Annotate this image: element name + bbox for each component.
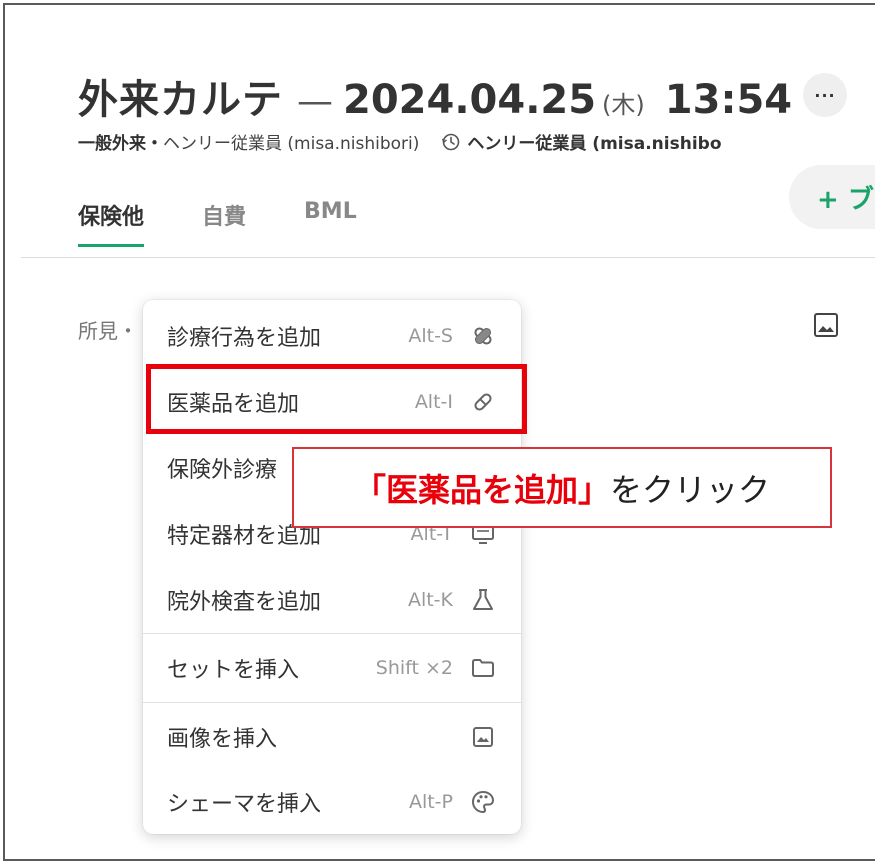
subtitle: 一般外来・ ヘンリー従業員 (misa.nishibori) ヘンリー従業員 (… — [78, 129, 722, 154]
menu-item-shortcut: Shift ×2 — [375, 657, 453, 679]
instruction-callout: 「医薬品を追加」 をクリック — [292, 447, 832, 528]
menu-divider — [143, 633, 521, 634]
folder-icon — [469, 654, 497, 682]
palette-icon — [469, 788, 497, 816]
history-clock-icon — [441, 132, 461, 152]
page-title: 外来カルテ — 2024.04.25 (木) 13:54 — [78, 67, 792, 125]
title-day-of-week: (木) — [602, 91, 645, 119]
menu-item-label: 院外検査を追加 — [167, 590, 322, 615]
flask-icon — [469, 586, 497, 614]
menu-item-label: 画像を挿入 — [167, 727, 278, 752]
highlight-box — [146, 364, 527, 434]
menu-item-shortcut: Alt-S — [408, 325, 453, 347]
menu-item-insert-image[interactable]: 画像を挿入 — [143, 707, 521, 767]
title-text: 外来カルテ — [78, 77, 283, 123]
menu-item-shortcut: Alt-P — [408, 791, 453, 813]
author-label: ヘンリー従業員 (misa.nishibori) — [163, 134, 420, 154]
tab-bar: 保険他 自費 BML — [78, 199, 415, 247]
image-icon[interactable] — [812, 311, 840, 339]
callout-emphasis: 「医薬品を追加」 — [353, 470, 610, 509]
findings-label: 所見・ — [78, 319, 138, 343]
menu-item-insert-set[interactable]: セットを挿入 Shift ×2 — [143, 638, 521, 698]
tab-insurance[interactable]: 保険他 — [78, 199, 145, 247]
menu-item-add-procedure[interactable]: 診療行為を追加 Alt-S — [143, 306, 521, 366]
department-label: 一般外来・ — [78, 134, 163, 154]
callout-text: をクリック — [610, 470, 771, 509]
menu-item-label: シェーマを挿入 — [167, 792, 322, 817]
title-dash: — — [297, 81, 333, 122]
menu-item-add-external-test[interactable]: 院外検査を追加 Alt-K — [143, 570, 521, 630]
tabs-divider — [21, 257, 875, 258]
bandage-icon — [469, 322, 497, 350]
tab-bml[interactable]: BML — [304, 199, 357, 245]
tab-self-pay[interactable]: 自費 — [202, 199, 246, 245]
title-date: 2024.04.25 — [343, 77, 597, 123]
add-button[interactable]: + ブ — [789, 165, 875, 229]
title-time: 13:54 — [664, 77, 793, 123]
menu-item-label: 診療行為を追加 — [167, 326, 322, 351]
menu-item-shortcut: Alt-K — [407, 589, 453, 611]
menu-item-insert-schema[interactable]: シェーマを挿入 Alt-P — [143, 772, 521, 832]
more-options-button[interactable]: ··· — [803, 73, 847, 117]
image-icon — [469, 723, 497, 751]
menu-divider — [143, 702, 521, 703]
menu-item-label: セットを挿入 — [167, 658, 300, 683]
last-editor-label: ヘンリー従業員 (misa.nishibo — [467, 134, 722, 154]
